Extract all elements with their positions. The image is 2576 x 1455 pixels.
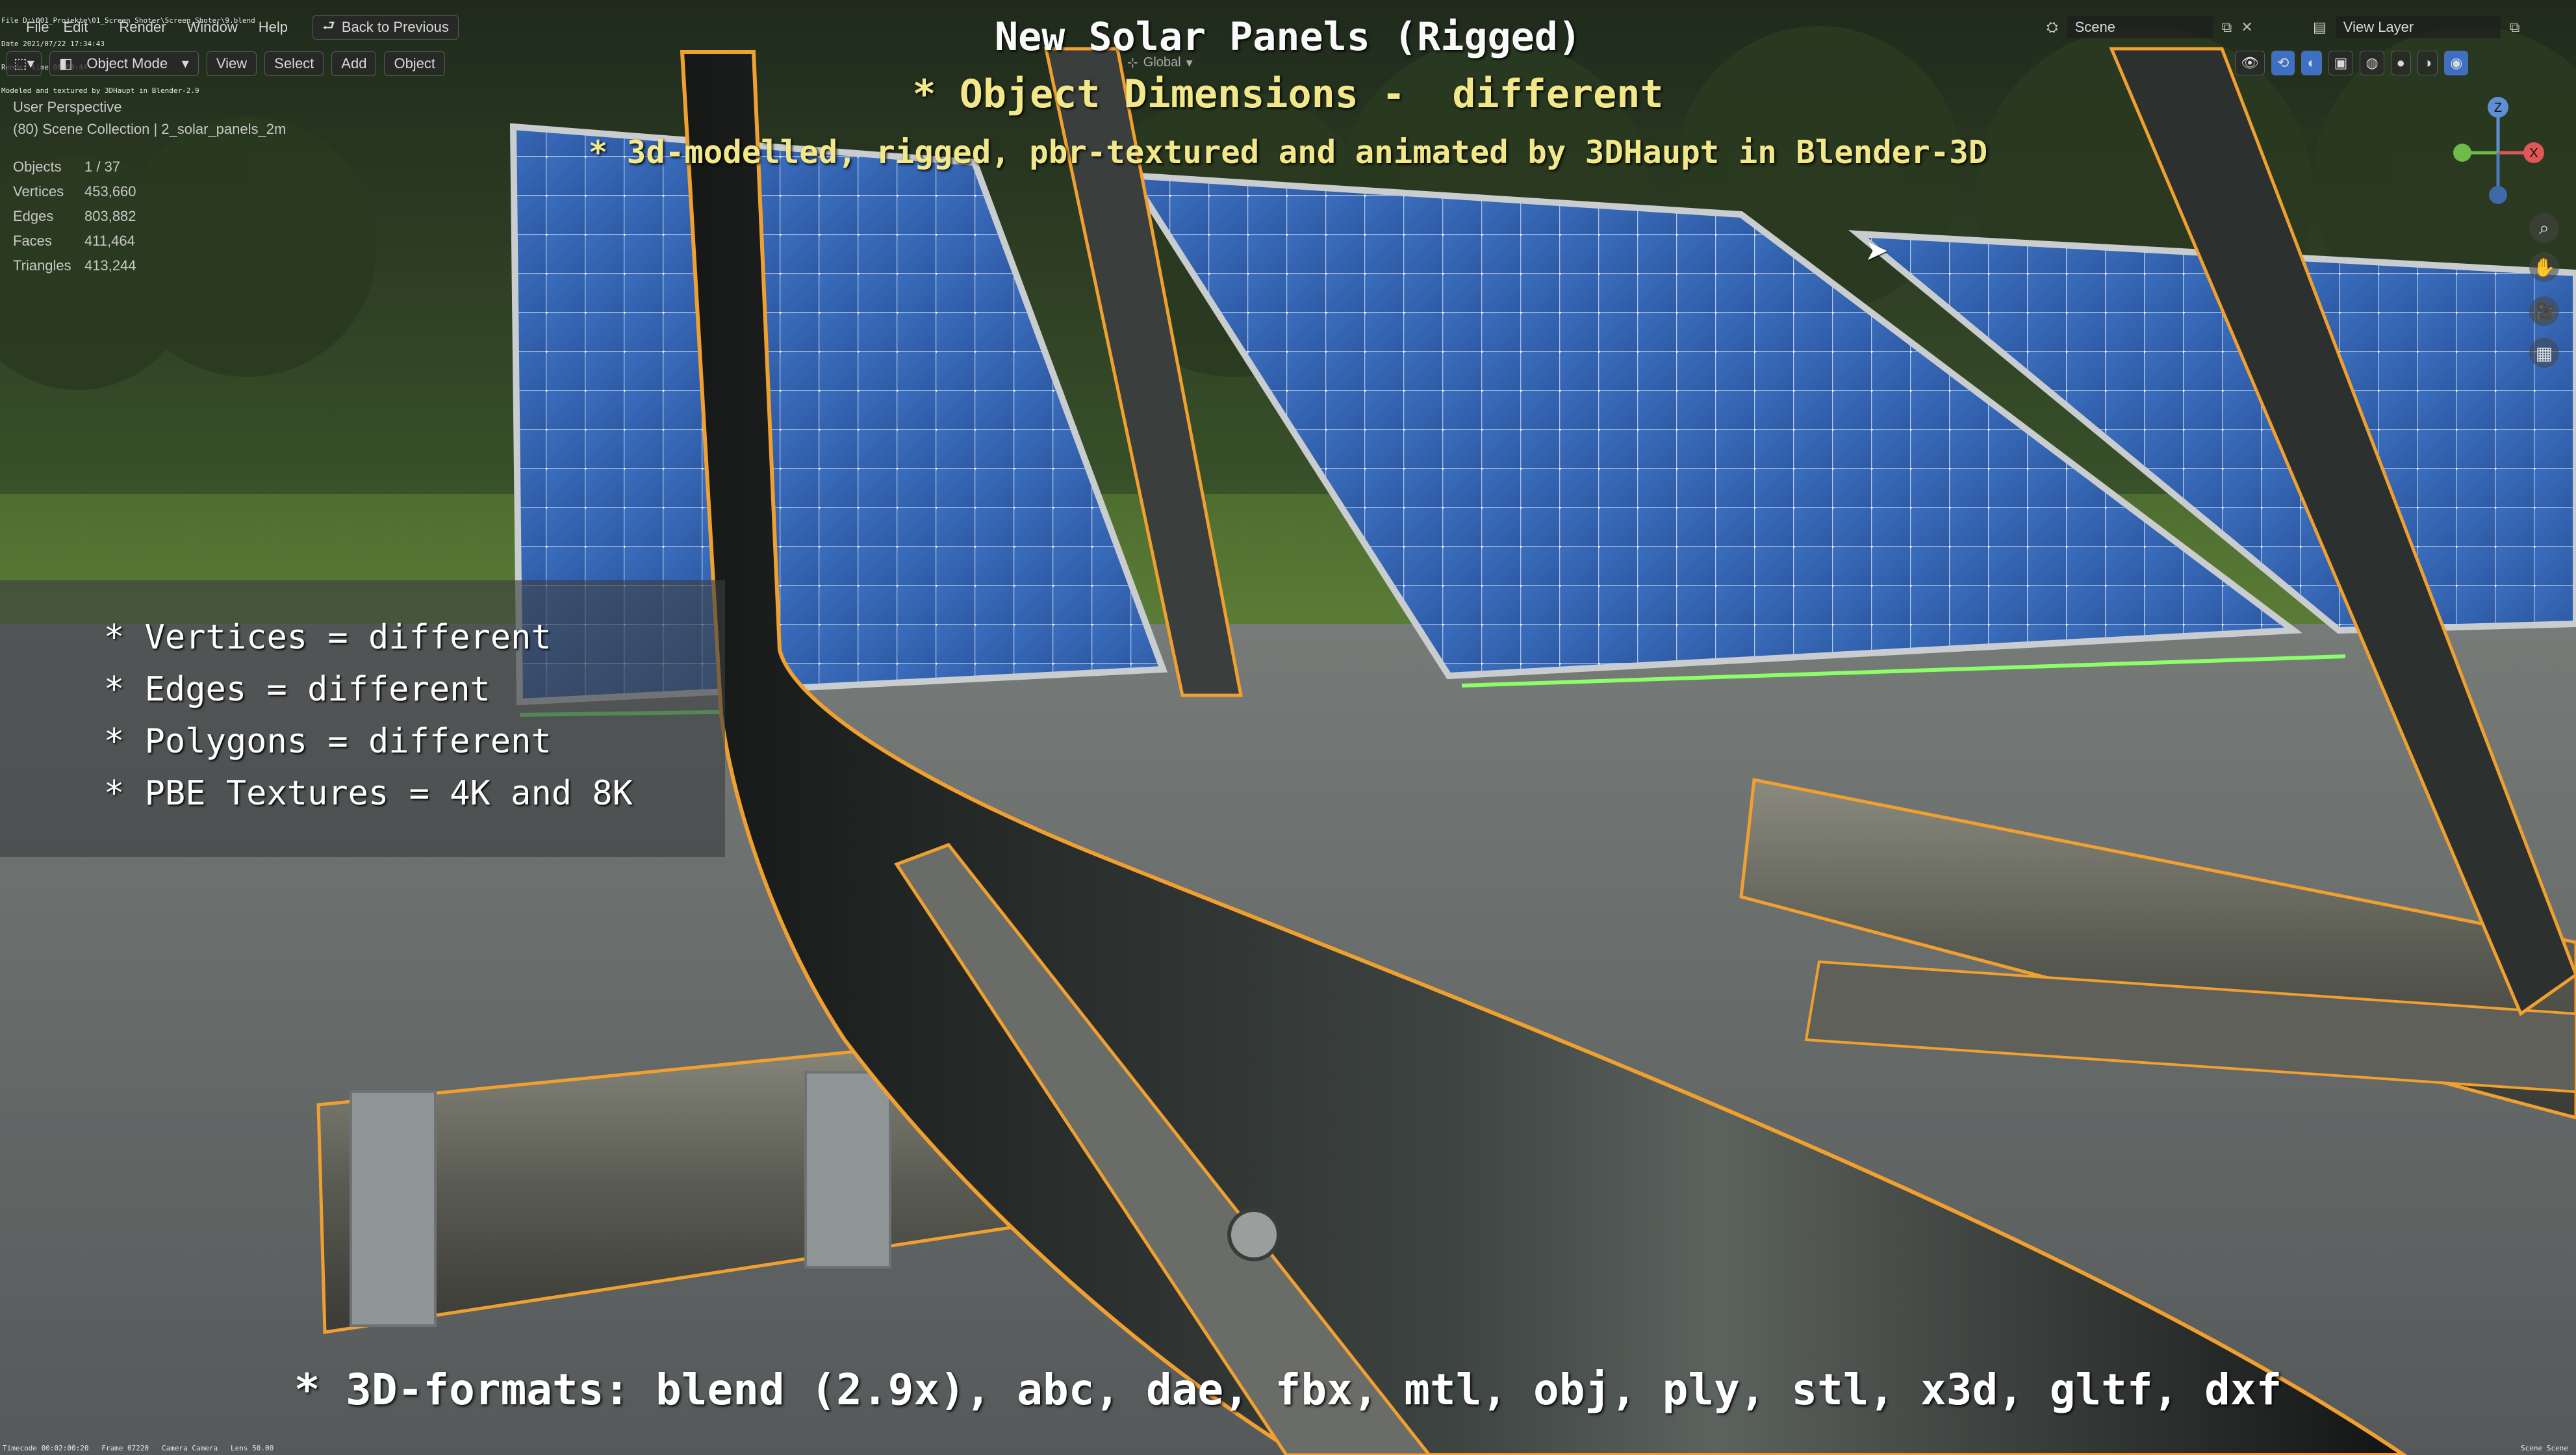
- render-metadata-bottom-right: Scene Scene: [2521, 1444, 2568, 1452]
- feature-polygons: * Polygons = different: [104, 722, 552, 761]
- stat-label: Edges: [13, 208, 54, 224]
- overlay-credit: * 3d-modelled, rigged, pbr-textured and …: [588, 134, 1988, 171]
- viewport-info: User Perspective (80) Scene Collection |…: [13, 96, 286, 278]
- pan-hand-icon[interactable]: ✋: [2529, 252, 2559, 282]
- render-metadata-bottom-left: Timecode 00:02:00:20 Frame 07220 Camera …: [3, 1444, 274, 1452]
- overlay-subtitle: * Object Dimensions - different: [912, 71, 1664, 117]
- mouse-cursor-icon: ➤: [1865, 235, 1889, 266]
- zoom-icon[interactable]: ⌕: [2529, 213, 2559, 243]
- stat-triangles: Triangles 413,244: [13, 253, 286, 278]
- stat-faces: Faces 411,464: [13, 229, 286, 253]
- stat-label: Vertices: [13, 183, 64, 200]
- stat-label: Triangles: [13, 257, 71, 274]
- stat-value: 411,464: [84, 233, 135, 249]
- feature-edges: * Edges = different: [104, 670, 491, 709]
- feature-textures: * PBE Textures = 4K and 8K: [104, 774, 633, 813]
- camera-view-icon[interactable]: 🎥: [2529, 296, 2559, 326]
- stat-vertices: Vertices 453,660: [13, 179, 286, 204]
- stat-label: Faces: [13, 233, 52, 249]
- grid-view-icon[interactable]: ▦: [2529, 338, 2559, 368]
- gizmo-y-axis[interactable]: [2489, 186, 2507, 204]
- overlay-title: New Solar Panels (Rigged): [994, 14, 1582, 60]
- features-panel: * Vertices = different * Edges = differe…: [0, 580, 725, 857]
- stat-value: 413,244: [84, 257, 136, 274]
- stat-value: 803,882: [84, 208, 136, 224]
- stat-edges: Edges 803,882: [13, 204, 286, 229]
- overlay-formats: * 3D-formats: blend (2.9x), abc, dae, fb…: [294, 1365, 2282, 1415]
- feature-vertices: * Vertices = different: [104, 618, 552, 657]
- stat-value: 453,660: [84, 183, 136, 200]
